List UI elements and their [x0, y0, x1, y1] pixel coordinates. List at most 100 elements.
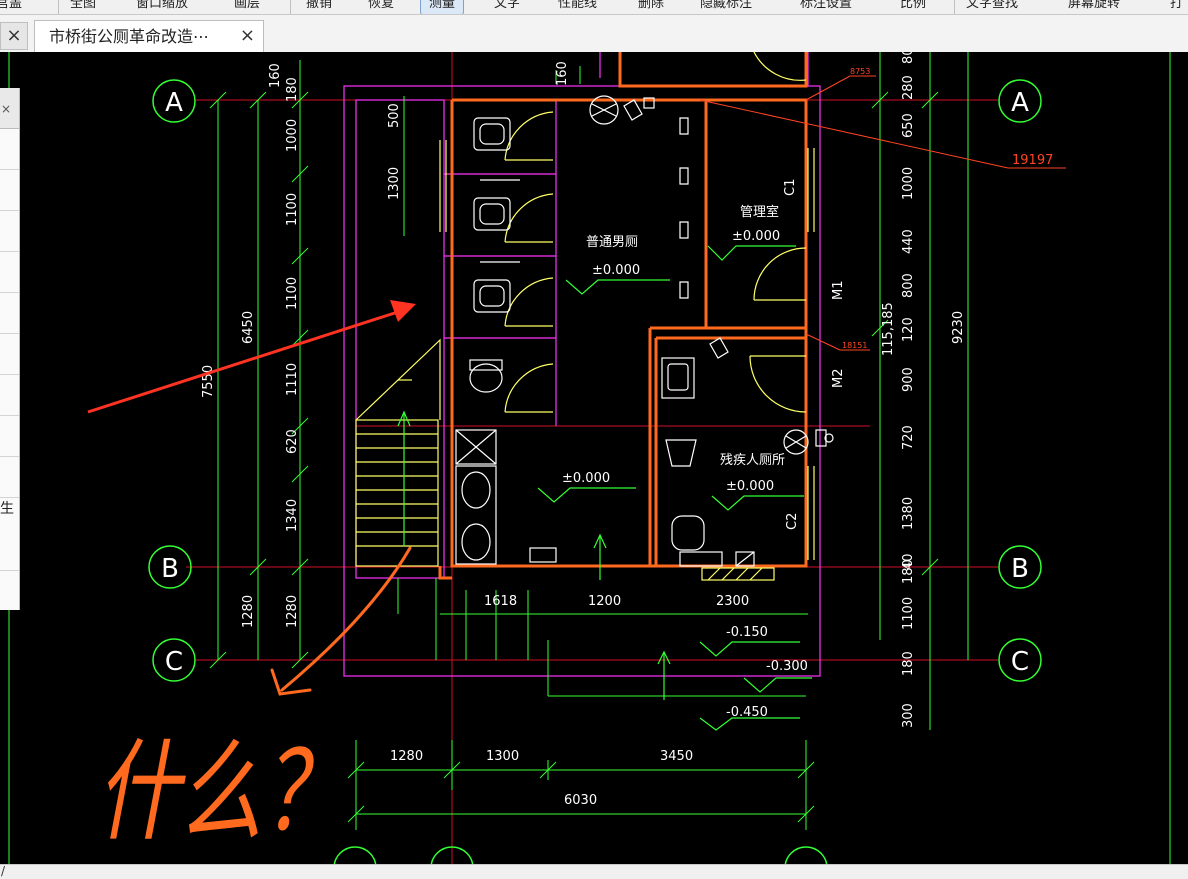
- side-panel-row[interactable]: [0, 375, 19, 416]
- room-disabled-level: ±0.000: [726, 479, 774, 494]
- dim-bottom2-1: 1300: [486, 749, 519, 764]
- toolbar-item-dim-settings[interactable]: 标注设置: [800, 0, 852, 14]
- door-label-m2: M2: [831, 369, 846, 389]
- side-panel-row[interactable]: [0, 334, 19, 375]
- toolbar-item-measure[interactable]: 测量: [420, 0, 465, 14]
- room-disabled-label: 残疾人厕所: [720, 453, 785, 468]
- toolbar-separator: [58, 0, 59, 14]
- level-0: -0.150: [726, 625, 768, 640]
- room-mens-level: ±0.000: [592, 263, 640, 278]
- dim-right-3: 1000: [901, 167, 916, 200]
- toolbar-item-print[interactable]: 打: [1170, 0, 1183, 14]
- toolbar-item-full-view[interactable]: 全图: [70, 0, 96, 14]
- room-manage-level: ±0.000: [732, 229, 780, 244]
- dim-left-outer-1: 6450: [241, 311, 256, 344]
- toolbar-item-text[interactable]: 文字: [494, 0, 520, 14]
- side-panel-row[interactable]: [0, 293, 19, 334]
- toolbar-item-scale[interactable]: 比例: [900, 0, 926, 14]
- dim-right-0: 800: [901, 52, 916, 64]
- toolbar-item-window-zoom[interactable]: 窗口缩放: [136, 0, 188, 14]
- side-panel-row[interactable]: [0, 170, 19, 211]
- toolbar-item-find-text[interactable]: 文字查找: [966, 0, 1018, 14]
- dim-col3-3: 1100: [285, 193, 300, 226]
- toolbar-item-hide-dims[interactable]: 隐藏标注: [700, 0, 752, 14]
- side-panel-row[interactable]: [0, 211, 19, 252]
- close-icon[interactable]: ×: [1, 102, 11, 116]
- toolbar-item-redo[interactable]: 恢复: [368, 0, 394, 14]
- handwritten-annotation: 什么？: [96, 728, 346, 856]
- leader-top-label: 8753: [850, 67, 870, 76]
- toolbar-item-rotate[interactable]: 屏幕旋转: [1068, 0, 1120, 14]
- side-panel-text: 生: [0, 501, 14, 517]
- dim-right-12: 1100: [901, 597, 916, 630]
- toolbar-item-undo[interactable]: 撤销: [306, 0, 332, 14]
- toolbar-item-perf-line[interactable]: 性能线: [558, 0, 597, 14]
- axis-label-a-right: A: [1011, 88, 1029, 118]
- axis-label-c-right: C: [1011, 647, 1029, 677]
- room-mens-label: 普通男厕: [586, 235, 638, 250]
- cad-drawing-canvas[interactable]: A A B B C C 7550 6450 1280 500 1300 160 …: [0, 52, 1188, 864]
- dim-right-6: 120: [901, 317, 916, 342]
- side-panel-row[interactable]: [0, 530, 19, 571]
- dim-bottom2-0: 1280: [390, 749, 423, 764]
- side-panel-row[interactable]: [0, 416, 19, 457]
- toolbar-item-delete[interactable]: 删除: [638, 0, 664, 14]
- door-label-m1: M1: [831, 281, 846, 301]
- dim-col3-5: 1110: [285, 363, 300, 396]
- document-tab[interactable]: 市桥街公厕革命改造⋯ ×: [34, 20, 264, 53]
- dim-bottom2-2: 3450: [660, 749, 693, 764]
- dim-col3-2: 1000: [285, 119, 300, 152]
- dim-right-outer-0: 115,185: [881, 302, 896, 356]
- side-panel-header: ×: [0, 88, 19, 129]
- close-icon[interactable]: ×: [240, 26, 255, 46]
- dim-right-8: 720: [901, 425, 916, 450]
- dim-top: 160: [555, 61, 570, 86]
- axis-label-b-left: B: [161, 554, 179, 584]
- side-panel-row[interactable]: [0, 457, 19, 498]
- dim-right-2: 650: [901, 113, 916, 138]
- main-toolbar: 宫盖 全图 窗口缩放 画层 撤销 恢复 测量 文字 性能线 删除 隐藏标注 标注…: [0, 0, 1188, 15]
- document-tab-label: 市桥街公厕革命改造⋯: [49, 27, 210, 46]
- dim-right-13: 180: [901, 651, 916, 676]
- side-panel: × 生: [0, 88, 20, 610]
- toolbar-item-cover[interactable]: 宫盖: [0, 0, 22, 14]
- dim-bottom1-2: 2300: [716, 594, 749, 609]
- dim-right-1: 280: [901, 75, 916, 100]
- document-tab-bar: × 市桥街公厕革命改造⋯ ×: [0, 15, 1188, 53]
- dim-right-11: 180: [901, 559, 916, 584]
- dim-col3-7: 1340: [285, 499, 300, 532]
- dim-right-4: 440: [901, 229, 916, 254]
- dim-right-7: 900: [901, 367, 916, 392]
- side-panel-row[interactable]: [0, 252, 19, 293]
- dim-right-outer-1: 9230: [951, 311, 966, 344]
- dim-right-5: 800: [901, 273, 916, 298]
- status-bar: /: [0, 864, 1188, 879]
- dim-col3-4: 1100: [285, 277, 300, 310]
- leader-mid-label: 18151: [842, 341, 867, 350]
- level-1: -0.300: [766, 659, 808, 674]
- axis-label-b-right: B: [1011, 554, 1029, 584]
- dim-right-9: 1380: [901, 497, 916, 530]
- dim-inner-0: 500: [387, 103, 402, 128]
- toolbar-separator: [290, 0, 291, 14]
- dim-inner-1: 1300: [387, 167, 402, 200]
- room-corridor-level: ±0.000: [562, 471, 610, 486]
- dim-bottom-total: 6030: [564, 793, 597, 808]
- axis-label-a-left: A: [165, 88, 183, 118]
- dim-col3-8: 1280: [285, 595, 300, 628]
- dim-bottom1-0: 1618: [484, 594, 517, 609]
- dim-bottom1-1: 1200: [588, 594, 621, 609]
- leader-long-label: 19197: [1012, 153, 1053, 168]
- room-manage-label: 管理室: [740, 204, 779, 220]
- close-icon[interactable]: ×: [0, 22, 28, 50]
- dim-col3-6: 620: [285, 429, 300, 454]
- level-2: -0.450: [726, 705, 768, 720]
- dim-col3-1: 180: [285, 77, 300, 102]
- toolbar-item-layers[interactable]: 画层: [234, 0, 260, 14]
- dim-right-14: 300: [901, 703, 916, 728]
- dim-col3-0: 160: [268, 63, 283, 88]
- status-text: /: [1, 864, 6, 878]
- door-label-c1: C1: [783, 179, 798, 196]
- side-panel-row[interactable]: [0, 129, 19, 170]
- door-label-c2: C2: [785, 513, 800, 530]
